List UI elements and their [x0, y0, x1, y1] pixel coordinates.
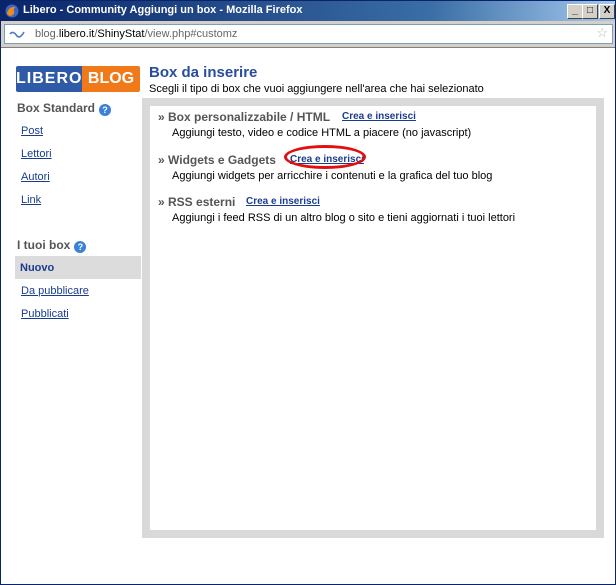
sidebar-item-autori[interactable]: Autori: [21, 171, 50, 183]
page-content: LIBERO BLOG Box Standard? Post Lettori A…: [1, 48, 615, 584]
section-desc-rss: Aggiungi i feed RSS di un altro blog o s…: [172, 212, 516, 224]
crea-inserisci-html-link[interactable]: Crea e inserisci: [342, 111, 416, 122]
sidebar-item-label: Nuovo: [20, 262, 55, 274]
logo-part-libero: LIBERO: [16, 66, 82, 92]
minimize-button[interactable]: _: [567, 4, 583, 19]
highlight-ring: [284, 145, 366, 169]
sidebar-heading-box-standard: Box Standard?: [17, 101, 112, 116]
url-path-bold: ShinyStat: [97, 28, 145, 40]
url-input[interactable]: blog.libero.it/ShinyStat/view.php#custom…: [4, 24, 613, 44]
section-desc-html: Aggiungi testo, video e codice HTML a pi…: [172, 127, 472, 139]
bookmark-star-icon[interactable]: ☆: [596, 25, 608, 41]
crea-inserisci-rss-link[interactable]: Crea e inserisci: [246, 196, 320, 207]
section-title-html: » Box personalizzabile / HTML: [158, 110, 331, 124]
section-desc-widgets: Aggiungi widgets per arricchire i conten…: [172, 170, 493, 182]
maximize-button[interactable]: □: [582, 4, 598, 19]
page-subtitle: Scegli il tipo di box che vuoi aggiunger…: [149, 83, 484, 95]
libero-blog-logo[interactable]: LIBERO BLOG: [16, 66, 140, 92]
sidebar-item-pubblicati[interactable]: Pubblicati: [21, 308, 69, 320]
box-options-list: » Box personalizzabile / HTML Crea e ins…: [150, 106, 596, 530]
window-title: Libero - Community Aggiungi un box - Moz…: [23, 4, 303, 16]
url-domain: libero.it: [58, 28, 95, 40]
heading-text: I tuoi box: [17, 238, 71, 252]
sidebar-item-da-pubblicare[interactable]: Da pubblicare: [21, 285, 89, 297]
sidebar-item-lettori[interactable]: Lettori: [21, 148, 52, 160]
url-bar: blog.libero.it/ShinyStat/view.php#custom…: [1, 21, 615, 48]
url-path-2: /view.php#customz: [144, 28, 238, 40]
title-bar[interactable]: Libero - Community Aggiungi un box - Moz…: [1, 1, 615, 21]
sidebar-item-post[interactable]: Post: [21, 125, 43, 137]
box-options-panel: » Box personalizzabile / HTML Crea e ins…: [142, 98, 604, 538]
heading-text: Box Standard: [17, 101, 96, 115]
browser-window: Libero - Community Aggiungi un box - Moz…: [0, 0, 616, 585]
sidebar-heading-tuoi-box: I tuoi box?: [17, 238, 87, 253]
section-title-widgets: » Widgets e Gadgets: [158, 153, 276, 167]
close-button[interactable]: X: [599, 4, 615, 19]
url-prefix: blog.: [35, 28, 59, 40]
help-icon[interactable]: ?: [74, 241, 87, 253]
sidebar-item-link[interactable]: Link: [21, 194, 41, 206]
firefox-icon: [5, 4, 19, 18]
sidebar-item-nuovo[interactable]: Nuovo: [15, 256, 141, 279]
site-identity-icon: [9, 31, 25, 38]
help-icon[interactable]: ?: [99, 104, 112, 116]
section-title-rss: » RSS esterni: [158, 195, 236, 209]
url-text: blog.libero.it/ShinyStat/view.php#custom…: [35, 28, 237, 40]
logo-part-blog: BLOG: [82, 66, 140, 92]
page-title: Box da inserire: [149, 64, 258, 81]
